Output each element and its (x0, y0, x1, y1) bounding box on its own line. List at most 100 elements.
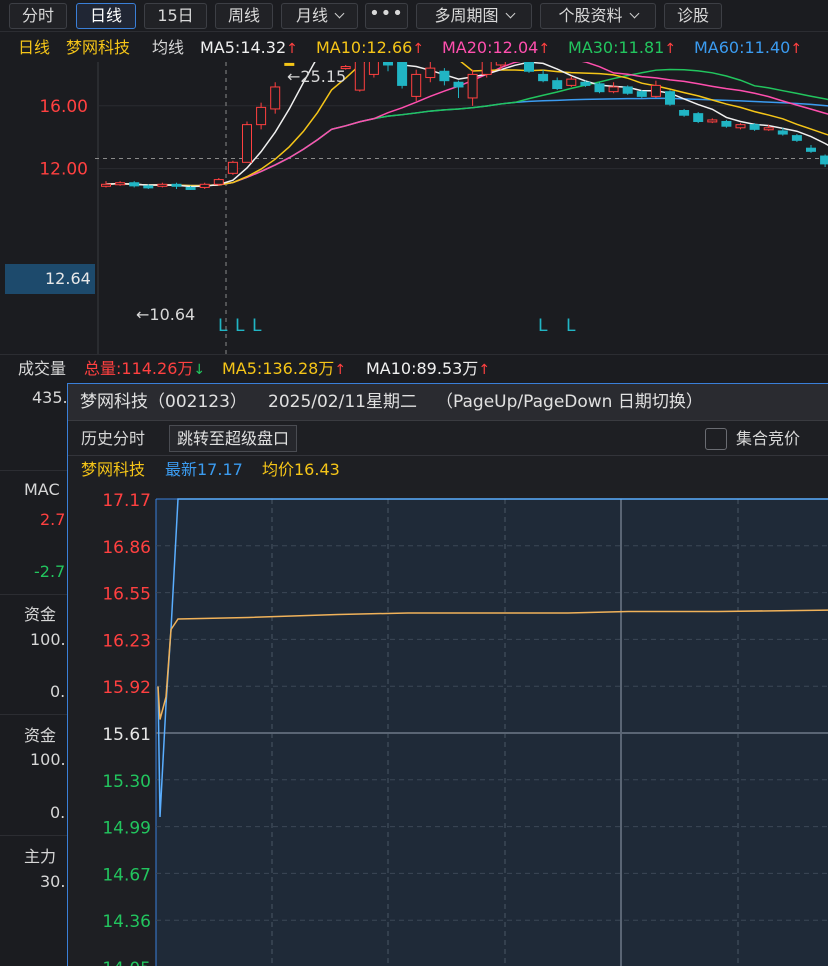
price-tick-label: 16.86 (102, 538, 151, 558)
candle-body (495, 62, 506, 66)
signal-marker: L (235, 316, 245, 336)
high-price-label: ←25.15 (287, 67, 346, 86)
price-tick-label: 15.61 (102, 725, 151, 745)
tab-15day[interactable]: 15日 (144, 3, 207, 29)
divider (0, 354, 828, 355)
candle-body (101, 183, 111, 187)
popup-info-last: 最新17.17 (165, 460, 243, 479)
candle-body (143, 185, 154, 189)
volume-ma5-text: MA5:136.28万 (222, 359, 335, 378)
candle-body (439, 70, 450, 82)
fund-panel-2-label: 资金 (24, 726, 57, 745)
candle-body (608, 86, 619, 93)
up-arrow-icon: ↑ (334, 362, 347, 378)
volume-total-text: 总量:114.26万 (84, 359, 194, 378)
period-toolbar: 分时 日线 15日 周线 月线 ••• 多周期图 个股资料 诊股 (0, 0, 828, 32)
candle-body (453, 81, 464, 88)
fund-panel-2-axis-max: 100. (30, 750, 66, 769)
down-arrow-icon: ↓ (193, 362, 206, 378)
candle-body (552, 80, 563, 90)
price-tick-label: 14.99 (102, 819, 151, 839)
candle-body (270, 86, 281, 110)
multi-period-dropdown[interactable]: 多周期图 (416, 3, 532, 29)
up-arrow-icon: ↑ (790, 41, 803, 57)
up-arrow-icon: ↑ (286, 41, 298, 57)
intraday-chart[interactable]: 17.17 16.86 16.55 16.23 15.92 15.61 15.30 14.99… (68, 484, 828, 966)
candle-body (679, 110, 690, 116)
tab-intraday[interactable]: 分时 (9, 3, 67, 29)
signal-marker: L (566, 316, 576, 336)
up-arrow-icon: ↑ (664, 41, 677, 57)
candle-body (524, 62, 534, 72)
volume-legend: 成交量 总量:114.26万↓ MA5:136.28万↑ MA10:89.53万… (0, 356, 828, 382)
kline-chart[interactable]: 24.0020.0016.0012.00←25.15←10.64LLLLL (0, 62, 828, 354)
candle-body (397, 62, 408, 86)
stock-profile-dropdown[interactable]: 个股资料 (540, 3, 656, 29)
volume-total: 总量:114.26万↓ (84, 356, 205, 383)
candle-body (566, 78, 577, 86)
popup-info-avg: 均价16.43 (262, 460, 340, 479)
stock-profile-label: 个股资料 (558, 6, 623, 25)
volume-ma10: MA10:89.53万↑ (366, 356, 490, 383)
candle-body (820, 155, 828, 165)
chevron-down-icon (629, 8, 639, 19)
ma-label: 均线 (152, 38, 185, 57)
candle-body (763, 127, 774, 131)
ma5-value: MA5:14.32↑ (200, 34, 298, 63)
volume-ma10-text: MA10:89.53万 (366, 359, 479, 378)
candle-body (213, 179, 224, 185)
price-tick-label: 15.30 (102, 772, 151, 792)
macd-axis-up: 2.7 (40, 510, 66, 529)
multi-period-label: 多周期图 (434, 6, 499, 25)
chevron-down-icon (505, 8, 515, 19)
candle-body (636, 91, 647, 97)
candle-body (354, 62, 365, 91)
price-tick-label: 16.55 (102, 585, 151, 605)
ma20-value: MA20:12.04↑ (442, 34, 550, 63)
candle-body (129, 182, 140, 187)
candle-body (425, 67, 436, 79)
popup-stock-title: 梦网科技（002123） (80, 392, 247, 412)
tab-diagnosis[interactable]: 诊股 (664, 3, 722, 29)
tab-daily[interactable]: 日线 (76, 3, 136, 29)
fund-panel-2-axis-min: 0. (50, 803, 66, 822)
candle-body (368, 62, 379, 75)
popup-hint: （PageUp/PageDown 日期切换） (436, 392, 703, 412)
candle-body (650, 84, 661, 97)
macd-label: MAC (24, 480, 60, 499)
candle-body (115, 182, 126, 186)
history-intraday-popup[interactable]: 梦网科技（002123） 2025/02/11星期二 （PageUp/PageD… (67, 383, 828, 966)
candle-body (157, 183, 168, 187)
ma-legend: 日线 梦网科技 均线 MA5:14.32↑ MA10:12.66↑ MA20:1… (0, 34, 828, 62)
fund-panel-1-axis-max: 100. (30, 630, 66, 649)
candle-body (594, 83, 605, 93)
y-tick-label: 12.00 (39, 160, 88, 180)
auction-checkbox[interactable] (705, 428, 727, 450)
price-tick-label: 17.17 (102, 491, 151, 511)
popup-title-bar[interactable]: 梦网科技（002123） 2025/02/11星期二 （PageUp/PageD… (68, 384, 828, 420)
candle-body (171, 183, 182, 187)
tab-monthly-label: 月线 (295, 6, 328, 25)
low-price-label: ←10.64 (136, 305, 195, 324)
signal-marker: L (252, 316, 262, 336)
candle-body (665, 91, 675, 105)
price-tick-label: 16.23 (102, 631, 151, 651)
up-arrow-icon: ↑ (538, 41, 551, 57)
popup-info-row: 梦网科技 最新17.17 均价16.43 (68, 456, 828, 484)
more-button[interactable]: ••• (365, 3, 408, 29)
tab-monthly-dropdown[interactable]: 月线 (281, 3, 358, 29)
ma30-text: MA30:11.81 (568, 38, 665, 57)
auction-label: 集合竞价 (736, 429, 801, 448)
tab-weekly[interactable]: 周线 (215, 3, 273, 29)
candle-body (791, 135, 802, 141)
candle-body (806, 147, 816, 152)
popup-info-stock: 梦网科技 (81, 460, 146, 479)
signal-marker: L (218, 316, 228, 336)
ma20-text: MA20:12.04 (442, 38, 539, 57)
volume-ma5: MA5:136.28万↑ (222, 356, 346, 383)
main-force-label: 主力 (24, 847, 57, 866)
volume-label: 成交量 (18, 359, 67, 378)
jump-super-panel-button[interactable]: 跳转至超级盘口 (169, 425, 298, 452)
candle-body (735, 124, 746, 129)
price-tick-label: 15.92 (102, 678, 151, 698)
